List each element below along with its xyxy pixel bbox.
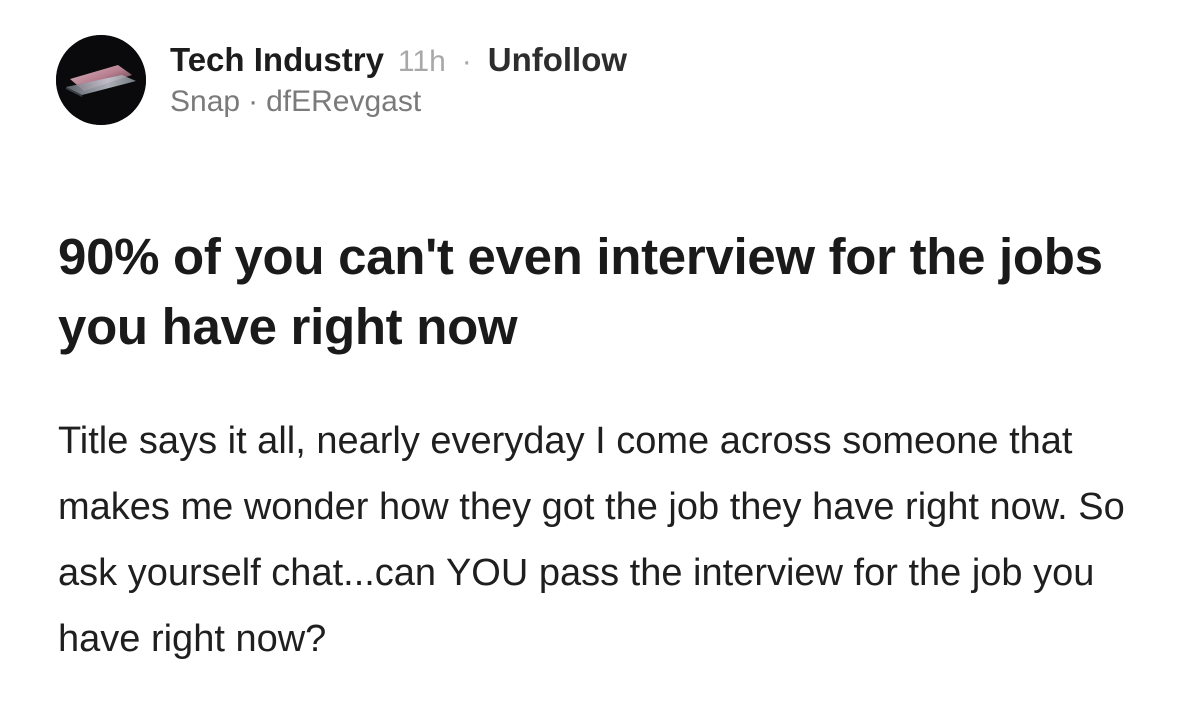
post-body: Title says it all, nearly everyday I com… xyxy=(58,420,1125,660)
community-name[interactable]: Tech Industry xyxy=(170,41,384,79)
unfollow-button[interactable]: Unfollow xyxy=(488,41,627,79)
laptop-icon xyxy=(56,35,146,125)
meta-separator: · xyxy=(461,45,472,78)
author-username[interactable]: dfERevgast xyxy=(266,85,421,119)
post-card: Tech Industry 11h · Unfollow Snap · dfER… xyxy=(0,0,1200,704)
community-avatar[interactable] xyxy=(56,35,146,125)
author-company[interactable]: Snap xyxy=(170,85,240,119)
post-header: Tech Industry 11h · Unfollow Snap · dfER… xyxy=(56,34,627,126)
post-meta: Tech Industry 11h · Unfollow Snap · dfER… xyxy=(170,41,627,119)
meta-separator: · xyxy=(248,85,259,118)
post-title: 90% of you can't even interview for the … xyxy=(58,228,1103,355)
meta-bottom-row: Snap · dfERevgast xyxy=(170,85,627,119)
post-timestamp: 11h xyxy=(397,45,446,78)
meta-top-row: Tech Industry 11h · Unfollow xyxy=(170,41,627,79)
